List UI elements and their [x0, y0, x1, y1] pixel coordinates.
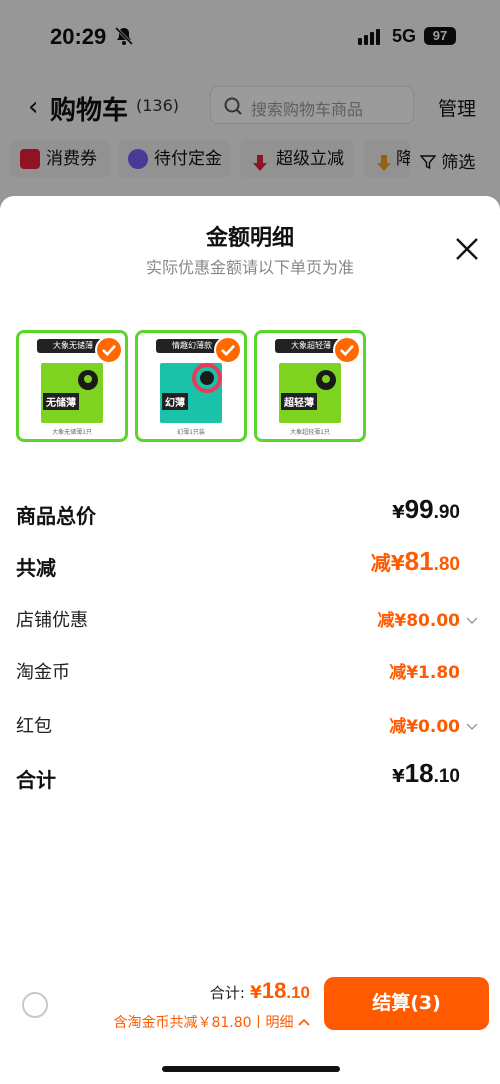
- product-caption: 幻薄1只装: [177, 429, 205, 436]
- row-label: 淘金币: [16, 662, 70, 683]
- bottom-total: 合计: ¥18.10: [210, 978, 310, 1004]
- row-label: 商品总价: [16, 504, 96, 528]
- product-thumbnail[interactable]: 情趣幻薄款 幻薄 幻薄1只装: [135, 330, 247, 442]
- total-currency: ¥: [250, 983, 262, 1003]
- row-label: 合计: [16, 768, 56, 792]
- chevron-down-icon: [466, 617, 478, 624]
- discount-value: 减¥81.80: [370, 546, 460, 576]
- close-icon[interactable]: [454, 236, 480, 262]
- product-name: 幻薄: [162, 393, 188, 410]
- subtotal-value: ¥99.90: [392, 494, 460, 524]
- elephant-logo-icon: [78, 370, 98, 390]
- row-total: 合计 ¥18.10: [0, 758, 500, 798]
- amount-detail-sheet: 金额明细 实际优惠金额请以下单页为准 大象无储薄 无储薄 大象无储薄1只 情趣幻…: [0, 196, 500, 1084]
- product-thumbnail[interactable]: 大象超轻薄 超轻薄 大象超轻薄1只: [254, 330, 366, 442]
- product-caption: 大象无储薄1只: [52, 429, 92, 436]
- home-indicator: [162, 1066, 340, 1072]
- product-caption: 大象超轻薄1只: [290, 429, 330, 436]
- total-decimal: .10: [286, 983, 310, 1002]
- store-discount-value: 减¥80.00: [377, 611, 460, 631]
- row-label: 共减: [16, 556, 56, 580]
- product-thumbnail[interactable]: 大象无储薄 无储薄 大象无储薄1只: [16, 330, 128, 442]
- checkmark-icon: [95, 336, 123, 364]
- select-all-radio[interactable]: [22, 992, 48, 1018]
- checkmark-icon: [214, 336, 242, 364]
- elephant-logo-icon: [192, 363, 222, 393]
- chevron-down-icon: [466, 723, 478, 730]
- row-label: 店铺优惠: [16, 610, 88, 631]
- chevron-up-icon: [298, 1018, 310, 1026]
- sheet-subtitle: 实际优惠金额请以下单页为准: [145, 258, 354, 277]
- row-taojinbi: 淘金币 减¥1.80: [0, 652, 500, 692]
- row-subtotal: 商品总价 ¥99.90: [0, 494, 500, 534]
- sheet-title: 金额明细: [205, 226, 294, 251]
- product-name: 超轻薄: [281, 393, 317, 410]
- row-total-discount: 共减 减¥81.80: [0, 546, 500, 586]
- row-store-discount[interactable]: 店铺优惠 减¥80.00: [0, 600, 500, 640]
- detail-text: 含淘金币共减￥81.80丨明细: [113, 1015, 294, 1031]
- total-label: 合计:: [209, 984, 245, 1002]
- elephant-logo-icon: [316, 370, 336, 390]
- discount-detail-link[interactable]: 含淘金币共减￥81.80丨明细: [113, 1012, 310, 1032]
- total-integer: 18: [261, 978, 287, 1003]
- row-redpacket[interactable]: 红包 减¥0.00: [0, 706, 500, 746]
- total-value: ¥18.10: [392, 758, 460, 788]
- checkmark-icon: [333, 336, 361, 364]
- coins-discount-value: 减¥1.80: [389, 663, 460, 683]
- row-label: 红包: [16, 716, 52, 737]
- checkout-button[interactable]: 结算(3): [324, 977, 489, 1030]
- redpacket-value: 减¥0.00: [389, 717, 460, 737]
- product-name: 无储薄: [43, 393, 79, 410]
